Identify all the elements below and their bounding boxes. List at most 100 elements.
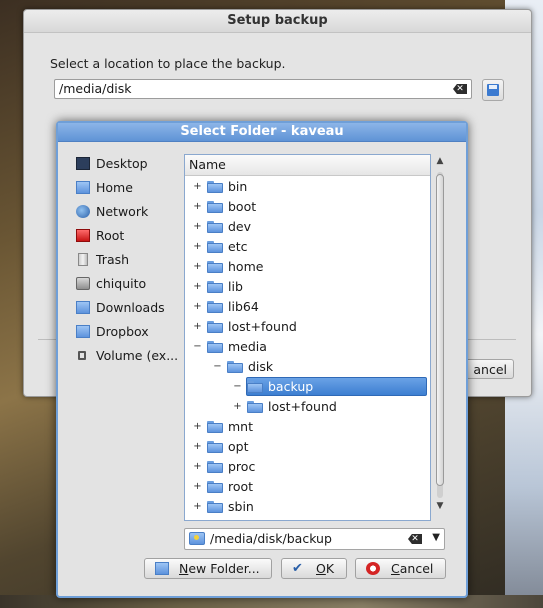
folder-icon [76, 301, 90, 314]
folder-name: lost+found [228, 319, 297, 334]
scroll-down-icon[interactable]: ▼ [435, 501, 445, 511]
folder-icon [227, 361, 243, 373]
scroll-thumb[interactable] [436, 174, 444, 486]
tree-row[interactable]: + bin [185, 177, 430, 197]
drive-icon [76, 277, 90, 290]
folder-name: etc [228, 239, 248, 254]
folder-icon [207, 181, 223, 193]
tree-row[interactable]: + lost+found [185, 397, 430, 417]
place-label: Network [96, 204, 149, 219]
folder-icon [207, 321, 223, 333]
home-icon [76, 181, 90, 194]
expand-icon[interactable]: + [193, 461, 202, 472]
expand-icon[interactable]: + [193, 301, 202, 312]
folder-icon [207, 261, 223, 273]
place-label: Trash [96, 252, 130, 267]
folder-icon [207, 281, 223, 293]
tree-row[interactable]: − backup [185, 377, 430, 397]
folder-name: bin [228, 179, 248, 194]
tree-row[interactable]: + dev [185, 217, 430, 237]
trash-icon [78, 253, 88, 266]
clear-text-icon[interactable]: ✕ [453, 84, 467, 94]
folder-name: opt [228, 439, 249, 454]
folder-name: home [228, 259, 264, 274]
expand-icon[interactable]: + [193, 221, 202, 232]
expand-icon[interactable]: + [193, 261, 202, 272]
setup-backup-prompt: Select a location to place the backup. [50, 56, 286, 71]
ok-label: OK [316, 561, 335, 576]
clear-text-icon[interactable]: ✕ [408, 534, 422, 544]
tree-row[interactable]: + opt [185, 437, 430, 457]
tree-row[interactable]: + root [185, 477, 430, 497]
tree-row[interactable]: + home [185, 257, 430, 277]
tree-row[interactable]: + etc [185, 237, 430, 257]
column-header-name[interactable]: Name [185, 155, 430, 176]
backup-location-field[interactable]: /media/disk ✕ [54, 79, 472, 99]
browse-location-button[interactable] [482, 79, 504, 101]
folder-icon [207, 221, 223, 233]
expand-icon[interactable]: + [193, 441, 202, 452]
expand-icon[interactable]: + [193, 501, 202, 512]
backup-location-value: /media/disk [59, 81, 132, 96]
collapse-icon[interactable]: − [193, 341, 202, 352]
root-folder-icon [76, 229, 90, 242]
folder-icon [207, 201, 223, 213]
place-label: Home [96, 180, 133, 195]
cancel-button[interactable]: Cancel [355, 558, 446, 579]
collapse-icon[interactable]: − [233, 381, 242, 392]
scroll-up-icon[interactable]: ▲ [435, 156, 445, 166]
tree-row[interactable]: + boot [185, 197, 430, 217]
new-folder-label: New Folder... [179, 561, 260, 576]
vertical-scrollbar[interactable]: ▲ ▼ [433, 154, 447, 520]
expand-icon[interactable]: + [193, 321, 202, 332]
folder-icon [207, 341, 223, 353]
folder-name: boot [228, 199, 257, 214]
expand-icon[interactable]: + [193, 281, 202, 292]
desktop-icon [76, 157, 90, 170]
cancel-icon [366, 562, 380, 575]
tree-row[interactable]: − media [185, 337, 430, 357]
folder-icon [207, 421, 223, 433]
expand-icon[interactable]: + [233, 401, 242, 412]
folder-name: lib64 [228, 299, 259, 314]
folder-icon [76, 325, 90, 338]
folder-name: dev [228, 219, 252, 234]
place-label: Downloads [96, 300, 165, 315]
folder-name: disk [248, 359, 274, 374]
tree-row[interactable]: + lib [185, 277, 430, 297]
place-label: Desktop [96, 156, 148, 171]
select-folder-title: Select Folder - kaveau [58, 123, 466, 142]
tree-row[interactable]: + lib64 [185, 297, 430, 317]
tree-row[interactable]: − disk [185, 357, 430, 377]
folder-name: proc [228, 459, 256, 474]
expand-icon[interactable]: + [193, 481, 202, 492]
folder-icon [207, 301, 223, 313]
folder-name: lib [228, 279, 243, 294]
expand-icon[interactable]: + [193, 201, 202, 212]
folder-path-combobox[interactable]: /media/disk/backup ✕ ▼ [184, 528, 445, 550]
folder-tree[interactable]: Name + bin + boot + dev + etc + home + lib + lib64 + lo… [184, 154, 431, 521]
expand-icon[interactable]: + [193, 241, 202, 252]
folder-icon [247, 381, 263, 393]
place-label: Root [96, 228, 125, 243]
new-folder-button[interactable]: New Folder... [144, 558, 272, 579]
tree-row[interactable]: + lost+found [185, 317, 430, 337]
expand-icon[interactable]: + [193, 421, 202, 432]
folder-icon [207, 241, 223, 253]
checkmark-icon: ✔ [292, 561, 303, 576]
folder-name: mnt [228, 419, 253, 434]
folder-icon [207, 481, 223, 493]
tree-row[interactable]: + proc [185, 457, 430, 477]
place-label: chiquito [96, 276, 147, 291]
folder-icon [207, 441, 223, 453]
folder-name: media [228, 339, 267, 354]
tree-row[interactable]: + mnt [185, 417, 430, 437]
ok-button[interactable]: ✔ OK [281, 558, 347, 579]
place-label: Dropbox [96, 324, 149, 339]
tree-row[interactable]: + sbin [185, 497, 430, 517]
chevron-down-icon[interactable]: ▼ [432, 532, 440, 543]
select-folder-dialog: Select Folder - kaveau Desktop Home Netw… [56, 121, 468, 598]
collapse-icon[interactable]: − [213, 361, 222, 372]
folder-path-value: /media/disk/backup [210, 531, 332, 546]
expand-icon[interactable]: + [193, 181, 202, 192]
